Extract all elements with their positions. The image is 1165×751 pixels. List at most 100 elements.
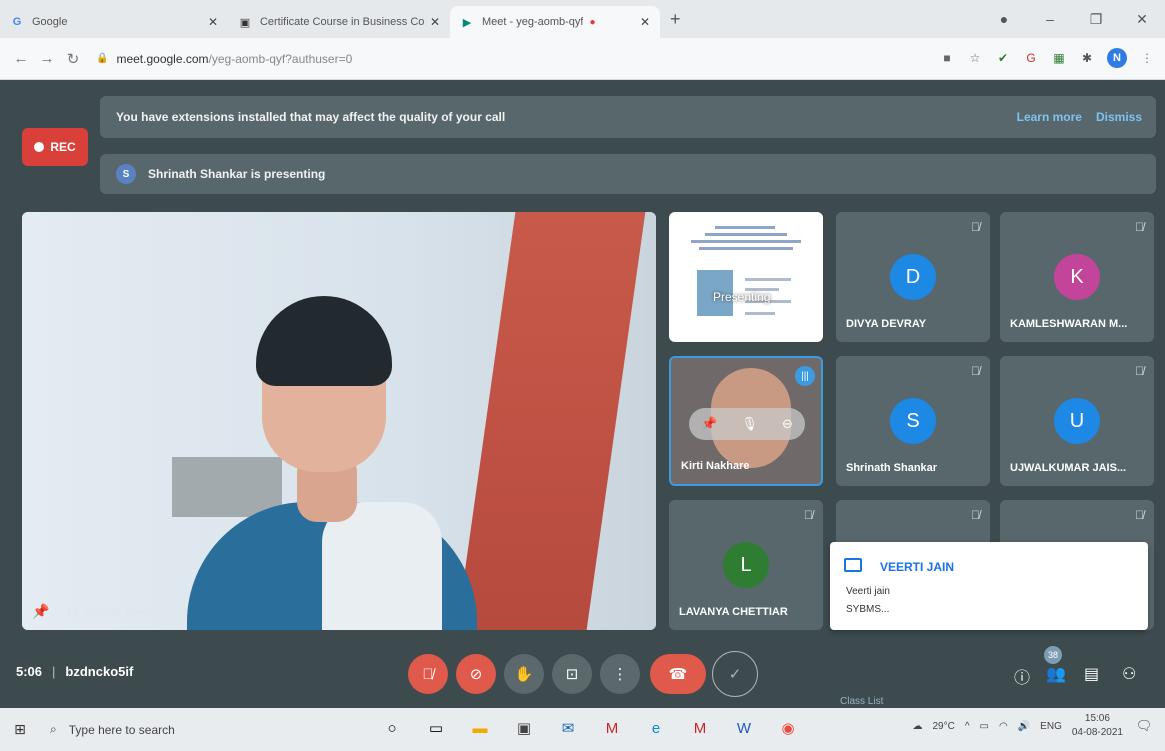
taskbar-search[interactable]: ⌕ Type here to search	[40, 713, 340, 747]
pin-icon[interactable]: 📌	[32, 603, 49, 620]
chat-icon	[844, 558, 862, 572]
camera-toggle-button[interactable]: ⊘	[456, 654, 496, 694]
extension-button[interactable]: ✓	[712, 651, 758, 697]
participant-tile[interactable]: 🎙̸ S Shrinath Shankar	[836, 356, 990, 486]
system-tray: ☁ 29°C ^ ▭ ◠ 🔊 ENG 15:06 04-08-2021 🗨	[912, 712, 1155, 740]
network-icon[interactable]: ◠	[999, 721, 1008, 732]
star-icon[interactable]: ☆	[967, 50, 983, 66]
cortana-icon[interactable]: ○	[380, 716, 404, 740]
restore-icon[interactable]: ❐	[1073, 11, 1119, 28]
dismiss-link[interactable]: Dismiss	[1096, 110, 1142, 124]
raise-hand-button[interactable]: ✋	[504, 654, 544, 694]
mic-icon[interactable]: 🎙	[741, 416, 758, 432]
participant-name: LAVANYA CHETTIAR	[679, 606, 788, 618]
new-tab-button[interactable]: +	[670, 9, 681, 30]
tab-label: Certificate Course in Business Co	[259, 16, 424, 28]
tab-certificate-course[interactable]: ▣ Certificate Course in Business Co ✕	[228, 6, 450, 38]
clock-time: 15:06	[1084, 713, 1110, 724]
info-icon[interactable]: ⓘ	[1014, 664, 1030, 688]
tab-label: Google	[32, 16, 68, 28]
camera-icon[interactable]: ■	[939, 50, 955, 66]
participant-tile[interactable]: 🎙̸ L LAVANYA CHETTIAR	[669, 500, 823, 630]
mcafee-icon[interactable]: M	[688, 716, 712, 740]
url-path: /yeg-aomb-qyf?authuser=0	[208, 51, 353, 66]
close-icon[interactable]: ✕	[424, 15, 440, 29]
more-icon: ⋮	[612, 666, 628, 683]
system-clock[interactable]: 15:06 04-08-2021	[1072, 712, 1123, 740]
language-indicator[interactable]: ENG	[1040, 721, 1062, 732]
remove-icon[interactable]: ⊖	[782, 416, 793, 432]
mic-off-icon: 🎙̸	[971, 364, 980, 378]
leave-call-button[interactable]: ☎	[650, 654, 706, 694]
participant-avatar: U	[1054, 398, 1100, 444]
forward-icon[interactable]: →	[34, 50, 60, 67]
meeting-code: bzdncko5if	[65, 664, 134, 679]
tab-google[interactable]: G Google ✕	[0, 6, 228, 38]
close-window-icon[interactable]: ✕	[1119, 11, 1165, 28]
close-icon[interactable]: ✕	[634, 15, 650, 29]
participant-avatar: D	[890, 254, 936, 300]
people-icon[interactable]: 👥	[1046, 664, 1066, 684]
battery-icon[interactable]: ▭	[980, 721, 989, 732]
participant-tile[interactable]: 🎙̸ K KAMLESHWARAN M...	[1000, 212, 1154, 342]
check-extension-icon[interactable]: ✔	[995, 50, 1011, 66]
banner-text: You have extensions installed that may a…	[116, 110, 506, 124]
puzzle-icon[interactable]: ✱	[1079, 50, 1095, 66]
presentation-tile[interactable]: Presenting	[669, 212, 823, 342]
weather-temp[interactable]: 29°C	[932, 721, 954, 732]
present-button[interactable]: ⊡	[552, 654, 592, 694]
chat-message-line: SYBMS...	[846, 604, 890, 615]
screen: G Google ✕ ▣ Certificate Course in Busin…	[0, 0, 1165, 751]
mail-icon[interactable]: ✉	[556, 716, 580, 740]
volume-icon[interactable]: 🔊	[1018, 721, 1030, 732]
participant-avatar: K	[1054, 254, 1100, 300]
tray-overflow-icon[interactable]: ^	[965, 721, 970, 732]
word-icon[interactable]: W	[732, 716, 756, 740]
profile-avatar[interactable]: N	[1107, 48, 1127, 68]
minimize-icon[interactable]: –	[1027, 11, 1073, 27]
pin-icon[interactable]: 📌	[701, 416, 717, 432]
participant-name: Shrinath Shankar	[846, 462, 938, 474]
weather-icon: ☁	[912, 720, 923, 732]
notification-icon[interactable]: 🗨	[1133, 715, 1155, 737]
hand-icon: ✋	[514, 666, 534, 683]
profile-circle-icon[interactable]: ●	[981, 11, 1027, 27]
close-icon[interactable]: ✕	[202, 15, 218, 29]
extension-warning-banner: You have extensions installed that may a…	[100, 96, 1156, 138]
participant-name: UJWALKUMAR JAIS...	[1010, 462, 1127, 474]
menu-icon[interactable]: ⋮	[1139, 50, 1155, 66]
edge-icon[interactable]: e	[644, 716, 668, 740]
file-explorer-icon[interactable]: ▬	[468, 716, 492, 740]
participant-name: KAMLESHWARAN M...	[1010, 318, 1128, 330]
chat-sender: VEERTI JAIN	[880, 560, 955, 574]
tile-hover-controls: 📌 🎙 ⊖	[689, 408, 805, 440]
meet-icon: ▶	[462, 16, 472, 29]
url-field[interactable]: 🔒 meet.google.com /yeg-aomb-qyf?authuser…	[96, 52, 352, 66]
store-icon[interactable]: ▣	[512, 716, 536, 740]
chrome-icon[interactable]: ◉	[776, 716, 800, 740]
main-video-tile[interactable]: 📌 Dr. Vaishali Pawar	[22, 212, 656, 630]
participant-tile[interactable]: 🎙̸ U UJWALKUMAR JAIS...	[1000, 356, 1154, 486]
extension-g-icon[interactable]: G	[1023, 50, 1039, 66]
learn-more-link[interactable]: Learn more	[1017, 110, 1082, 124]
main-speaker-name: Dr. Vaishali Pawar	[67, 605, 157, 618]
mic-toggle-button[interactable]: 🎙̸	[408, 654, 448, 694]
meet-stage: REC You have extensions installed that m…	[0, 80, 1165, 708]
mic-off-icon: 🎙̸	[971, 508, 980, 522]
sheet-extension-icon[interactable]: ▦	[1051, 50, 1067, 66]
address-bar: ← → ↻ 🔒 meet.google.com /yeg-aomb-qyf?au…	[0, 38, 1165, 80]
participant-tile-kirti[interactable]: ||| 📌 🎙 ⊖ Kirti Nakhare	[669, 356, 823, 486]
class-list-extension[interactable]: Class List	[840, 696, 883, 707]
task-view-icon[interactable]: ▭	[424, 716, 448, 740]
activities-icon[interactable]: ⚇	[1122, 664, 1136, 684]
mcafee-icon[interactable]: M	[600, 716, 624, 740]
rec-label: REC	[50, 140, 76, 154]
chat-notification[interactable]: VEERTI JAIN Veerti jain SYBMS...	[830, 542, 1148, 630]
more-options-button[interactable]: ⋮	[600, 654, 640, 694]
back-icon[interactable]: ←	[8, 50, 34, 67]
tab-meet[interactable]: ▶ Meet - yeg-aomb-qyf ● ✕	[450, 6, 660, 38]
reload-icon[interactable]: ↻	[60, 50, 86, 68]
participant-tile[interactable]: 🎙̸ D DIVYA DEVRAY	[836, 212, 990, 342]
windows-start-icon[interactable]: ⊞	[0, 721, 40, 738]
chat-panel-icon[interactable]: ▤	[1084, 664, 1099, 684]
